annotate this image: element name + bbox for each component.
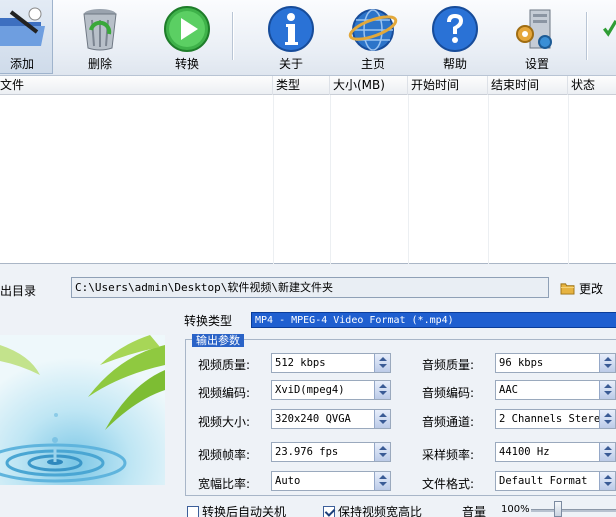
spin-arrows-icon[interactable] [599, 381, 615, 399]
aspect-ratio-label: 宽幅比率: [198, 477, 251, 491]
column-divider [330, 95, 331, 264]
settings-computer-icon [516, 9, 552, 49]
spin-arrows-icon[interactable] [599, 443, 615, 461]
add-button[interactable]: 添加 [0, 0, 53, 74]
audio-codec-select[interactable]: AAC [495, 380, 616, 400]
audio-codec-value: AAC [499, 384, 518, 396]
column-divider [408, 95, 409, 264]
audio-quality-value: 96 kbps [499, 357, 544, 369]
sample-rate-select[interactable]: 44100 Hz [495, 442, 616, 462]
format-type-select[interactable]: MP4 - MPEG-4 Video Format (*.mp4) [251, 312, 616, 328]
folder-icon [560, 282, 575, 295]
video-codec-label: 视频编码: [198, 386, 251, 400]
video-size-label: 视频大小: [198, 415, 251, 429]
convert-button[interactable]: 转换 [162, 0, 212, 74]
info-icon [268, 6, 314, 52]
spin-arrows-icon[interactable] [374, 381, 390, 399]
aspect-ratio-select[interactable]: Auto [271, 471, 391, 491]
home-button[interactable]: 主页 [348, 0, 398, 74]
change-directory-button[interactable]: 更改 [560, 278, 603, 298]
shutdown-label: 转换后自动关机 [202, 505, 287, 517]
column-divider [273, 95, 274, 264]
keep-aspect-checkbox[interactable]: 保持视频宽高比 [323, 503, 422, 517]
frame-rate-value: 23.976 fps [275, 446, 339, 458]
audio-quality-select[interactable]: 96 kbps [495, 353, 616, 373]
audio-channels-label: 音频通道: [422, 415, 475, 429]
audio-channels-select[interactable]: 2 Channels Stereo [495, 409, 616, 429]
keep-aspect-label: 保持视频宽高比 [338, 505, 423, 517]
column-header-file[interactable]: 文件 [0, 76, 273, 95]
spin-arrows-icon[interactable] [599, 354, 615, 372]
checkbox-box-checked[interactable] [323, 505, 335, 517]
spin-arrows-icon[interactable] [374, 354, 390, 372]
audio-channels-value: 2 Channels Stereo [499, 413, 607, 425]
about-button[interactable]: 关于 [268, 0, 314, 74]
video-codec-value: XviD(mpeg4) [275, 384, 345, 396]
column-header-type[interactable]: 类型 [273, 76, 330, 95]
file-list-header: 文件 类型 大小(MB) 开始时间 结束时间 状态 [0, 76, 616, 95]
spin-arrows-icon[interactable] [374, 410, 390, 428]
add-folder-icon [0, 7, 45, 46]
water-leaf-image [0, 335, 165, 485]
frame-rate-label: 视频帧率: [198, 448, 251, 462]
frame-rate-select[interactable]: 23.976 fps [271, 442, 391, 462]
audio-quality-label: 音频质量: [422, 358, 475, 372]
video-quality-value: 512 kbps [275, 357, 326, 369]
aspect-ratio-value: Auto [275, 475, 301, 487]
file-format-select[interactable]: Default Format [495, 471, 616, 491]
video-size-select[interactable]: 320x240 QVGA [271, 409, 391, 429]
output-params-title: 输出参数 [192, 334, 244, 347]
volume-value: 100% [501, 504, 530, 515]
help-icon [432, 6, 478, 52]
output-directory-field[interactable]: C:\Users\admin\Desktop\软件视频\新建文件夹 [71, 277, 549, 298]
help-label: 帮助 [442, 57, 467, 71]
column-header-end-time[interactable]: 结束时间 [488, 76, 568, 95]
sample-rate-value: 44100 Hz [499, 446, 550, 458]
add-label: 添加 [9, 57, 34, 71]
preview-image [0, 335, 165, 485]
volume-label: 音量 [462, 505, 487, 517]
globe-icon [348, 9, 398, 51]
spin-arrows-icon[interactable] [374, 472, 390, 490]
play-icon [164, 6, 210, 52]
about-label: 关于 [278, 57, 303, 71]
help-button[interactable]: 帮助 [430, 0, 480, 74]
video-codec-select[interactable]: XviD(mpeg4) [271, 380, 391, 400]
toolbar-separator [586, 12, 588, 60]
column-header-size[interactable]: 大小(MB) [330, 76, 408, 95]
file-list[interactable]: 文件 类型 大小(MB) 开始时间 结束时间 状态 [0, 76, 616, 264]
toolbar: 添加 删除 转换 关于 主页 帮助 设置 [0, 0, 616, 76]
change-directory-label: 更改 [579, 281, 604, 296]
delete-button[interactable]: 删除 [78, 0, 122, 74]
settings-label: 设置 [524, 57, 549, 71]
column-header-start-time[interactable]: 开始时间 [408, 76, 488, 95]
trash-bin-icon [83, 9, 117, 51]
volume-slider-track[interactable] [531, 509, 616, 512]
spin-arrows-icon[interactable] [599, 472, 615, 490]
checkbox-box[interactable] [187, 505, 199, 517]
file-format-value: Default Format [499, 475, 588, 487]
column-header-status[interactable]: 状态 [568, 76, 616, 95]
shutdown-checkbox[interactable]: 转换后自动关机 [187, 503, 286, 517]
settings-button[interactable]: 设置 [512, 0, 562, 74]
spin-arrows-icon[interactable] [599, 410, 615, 428]
column-divider [568, 95, 569, 264]
toolbar-separator [232, 12, 234, 60]
output-directory-label: 出目录 [0, 284, 37, 298]
sample-rate-label: 采样频率: [422, 448, 475, 462]
video-size-value: 320x240 QVGA [275, 413, 351, 425]
video-quality-label: 视频质量: [198, 358, 251, 372]
home-label: 主页 [360, 57, 385, 71]
spin-arrows-icon[interactable] [374, 443, 390, 461]
audio-codec-label: 音频编码: [422, 386, 475, 400]
delete-label: 删除 [87, 57, 112, 71]
file-format-label: 文件格式: [422, 477, 475, 491]
volume-slider-thumb[interactable] [554, 501, 562, 517]
column-divider [488, 95, 489, 264]
format-type-label: 转换类型 [184, 314, 233, 328]
checkmark-icon[interactable] [603, 14, 616, 42]
video-quality-select[interactable]: 512 kbps [271, 353, 391, 373]
convert-label: 转换 [174, 57, 199, 71]
